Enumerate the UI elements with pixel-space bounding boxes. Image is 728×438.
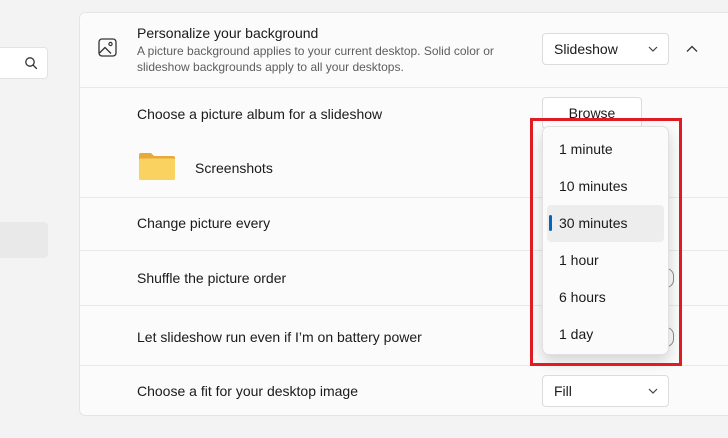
battery-label: Let slideshow run even if I’m on battery…	[137, 329, 422, 345]
background-type-dropdown[interactable]: Slideshow	[542, 33, 669, 65]
album-label: Choose a picture album for a slideshow	[137, 106, 383, 122]
search-icon	[25, 57, 38, 70]
background-type-value: Slideshow	[554, 41, 618, 57]
annotation-highlight	[530, 118, 682, 366]
search-input[interactable]	[0, 47, 48, 79]
fit-value: Fill	[554, 383, 572, 399]
background-description: A picture background applies to your cur…	[137, 44, 494, 74]
nav-item-selected[interactable]	[0, 222, 48, 258]
left-nav	[0, 0, 60, 438]
divider	[80, 87, 728, 88]
fit-label: Choose a fit for your desktop image	[137, 383, 359, 399]
folder-name[interactable]: Screenshots	[195, 160, 273, 176]
shuffle-label: Shuffle the picture order	[137, 270, 287, 286]
background-header[interactable]: Personalize your background A picture ba…	[80, 13, 728, 87]
folder-icon[interactable]	[138, 151, 176, 181]
fit-dropdown[interactable]: Fill	[542, 375, 669, 407]
chevron-down-icon	[648, 388, 658, 394]
change-every-label: Change picture every	[137, 215, 271, 231]
chevron-down-icon	[648, 46, 658, 52]
chevron-up-icon[interactable]	[680, 37, 704, 61]
background-title: Personalize your background	[137, 25, 319, 41]
picture-icon	[98, 38, 117, 57]
